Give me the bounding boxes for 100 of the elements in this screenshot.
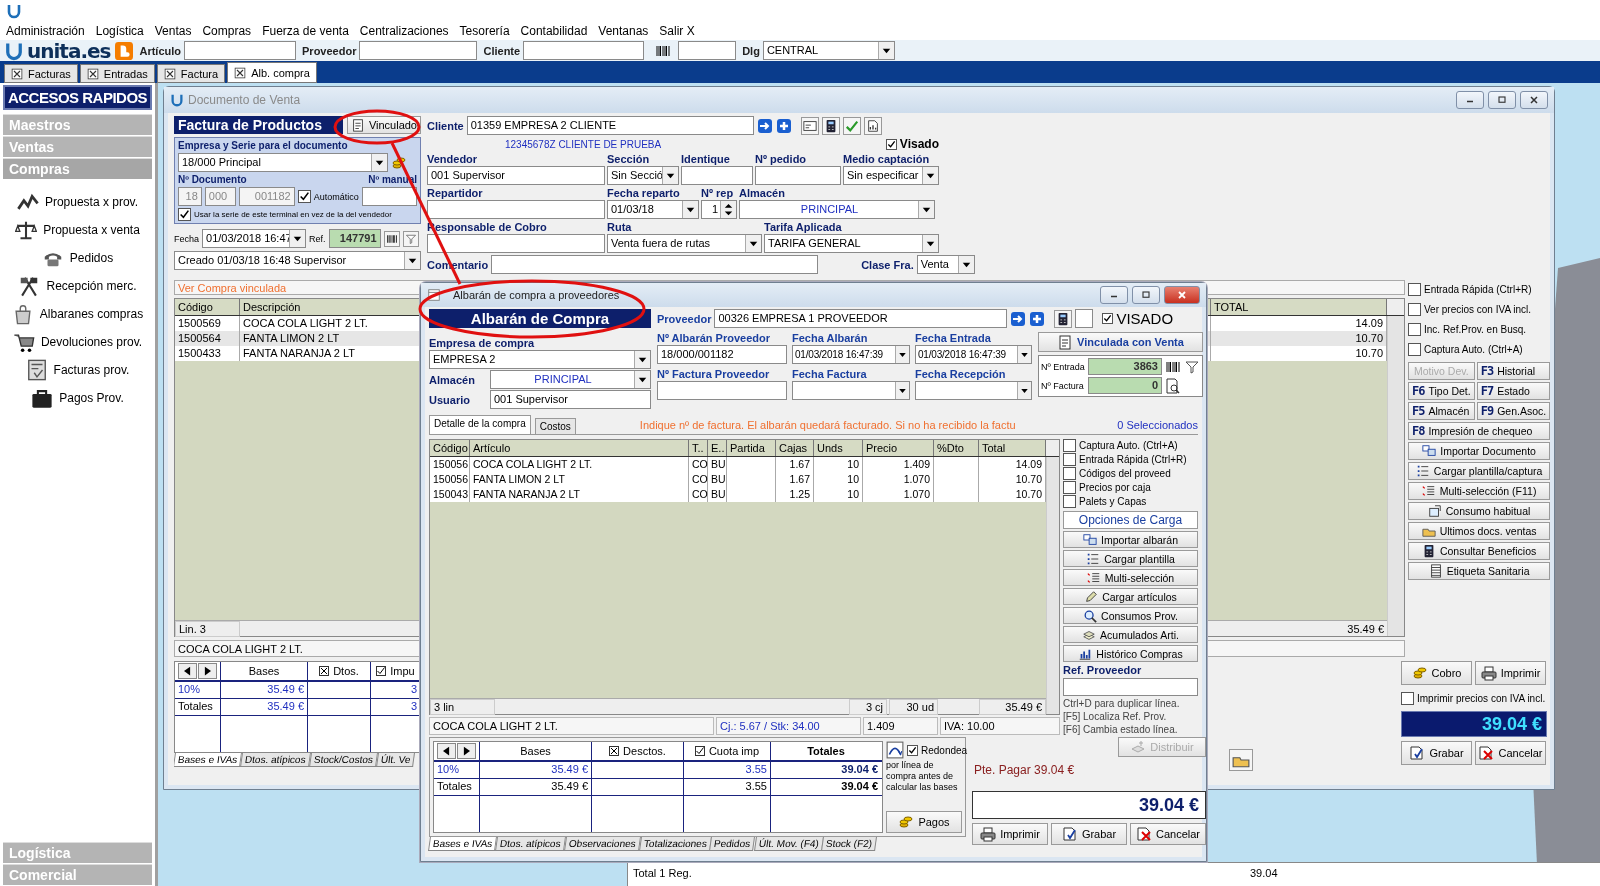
checkbox[interactable]	[1408, 282, 1421, 296]
dropdown-field[interactable]: Creado 01/03/18 16:48 Supervisor	[174, 251, 421, 270]
column-header[interactable]: E..	[708, 440, 727, 456]
tab[interactable]: Últ. Mov. (F4)	[753, 837, 824, 851]
dropdown-icon[interactable]	[918, 201, 934, 218]
document-tab[interactable]: Entradas	[79, 64, 155, 83]
sidebar-item[interactable]: Propuesta x venta	[15, 218, 140, 242]
dropdown-field[interactable]: 01/03/18	[607, 200, 699, 219]
dropdown-icon[interactable]	[289, 230, 305, 247]
date-field[interactable]: 01/03/2018 16:47:39	[915, 345, 1032, 364]
folder-icon[interactable]	[1229, 749, 1253, 771]
input-field[interactable]	[427, 200, 605, 219]
dropdown-icon[interactable]	[895, 382, 909, 399]
action-button[interactable]: Cargar plantilla/captura	[1408, 462, 1551, 480]
checkbox[interactable]	[1408, 302, 1421, 316]
load-button[interactable]: Histórico Compras	[1063, 645, 1198, 663]
dropdown-icon[interactable]	[634, 351, 650, 368]
checkbox[interactable]	[1102, 313, 1114, 324]
column-header[interactable]: Artículo	[470, 440, 689, 456]
column-header[interactable]: %Dto	[934, 440, 979, 456]
column-header[interactable]: Unds	[814, 440, 863, 456]
column-header[interactable]: T..	[689, 440, 708, 456]
print-button[interactable]: Imprimir	[972, 823, 1048, 845]
dropdown-icon[interactable]	[404, 252, 420, 269]
input-field[interactable]	[755, 166, 841, 185]
checkbox[interactable]	[1063, 452, 1076, 466]
tab[interactable]: Totalizaciones	[638, 837, 712, 851]
action-button[interactable]: Etiqueta Sanitaria	[1408, 562, 1551, 580]
menu-item[interactable]: Tesorería	[459, 24, 510, 38]
tab[interactable]: Dtos. atípicos	[495, 837, 566, 851]
rounding-icon[interactable]	[886, 741, 904, 759]
menu-item[interactable]: Centralizaciones	[359, 24, 449, 38]
input-field[interactable]: 01359 EMPRESA 2 CLIENTE	[466, 116, 754, 135]
dropdown-field[interactable]: EMPRESA 2	[429, 350, 651, 369]
sidebar-item[interactable]: Propuesta x prov.	[16, 190, 139, 214]
spinner-field[interactable]: 1	[701, 200, 737, 219]
input-field[interactable]	[359, 41, 478, 60]
input-field[interactable]	[184, 41, 297, 60]
document-tab[interactable]: Facturas	[4, 64, 78, 83]
dropdown-field[interactable]: Venta	[916, 255, 975, 274]
sidebar-item[interactable]: Devoluciones prov.	[12, 330, 143, 354]
dropdown-icon[interactable]	[682, 201, 698, 218]
input-field[interactable]: 00326 EMPRESA 1 PROVEEDOR	[714, 309, 1008, 328]
cancel-button[interactable]: Cancelar	[1130, 823, 1206, 845]
next-button[interactable]	[198, 663, 217, 679]
payments-button[interactable]: Pagos	[886, 811, 962, 833]
collect-button[interactable]: Cobro	[1401, 661, 1472, 685]
checkbox[interactable]	[1063, 438, 1076, 452]
linked-button[interactable]: Vinculado	[346, 116, 421, 134]
action-button[interactable]: Consumo habitual	[1408, 502, 1551, 520]
checkbox[interactable]	[1401, 691, 1414, 705]
column-header[interactable]: Partida	[727, 440, 776, 456]
date-field[interactable]	[792, 381, 910, 400]
save-button[interactable]: Grabar	[1051, 823, 1127, 845]
dropdown-field[interactable]: CENTRAL	[762, 41, 895, 60]
input-field[interactable]	[657, 381, 787, 400]
checkbox[interactable]	[609, 746, 620, 756]
function-button[interactable]: F8 Impresión de chequeo	[1408, 422, 1551, 440]
input-field[interactable]: 001 Supervisor	[427, 166, 605, 185]
column-header[interactable]: Código	[175, 299, 240, 315]
checkbox[interactable]	[319, 666, 330, 676]
tab[interactable]: Últ. Ve	[375, 753, 416, 767]
document-search-icon[interactable]	[1165, 377, 1181, 394]
checkbox[interactable]	[694, 746, 705, 756]
dropdown-icon[interactable]	[957, 256, 974, 273]
calculator-icon[interactable]	[821, 116, 840, 135]
checkbox[interactable]	[1408, 342, 1421, 356]
tab[interactable]: Stock/Costos	[308, 753, 378, 767]
close-button[interactable]	[1520, 91, 1548, 109]
dropdown-icon[interactable]	[922, 235, 938, 252]
filter-icon[interactable]	[1184, 358, 1200, 375]
dropdown-icon[interactable]	[922, 167, 938, 184]
function-button[interactable]: F5 Almacén	[1408, 402, 1475, 420]
scrollbar[interactable]	[1046, 457, 1059, 714]
load-button[interactable]: Multi-selección	[1063, 569, 1198, 587]
column-header[interactable]: Código	[430, 440, 470, 456]
tab[interactable]: Costos	[534, 418, 576, 434]
input-field[interactable]	[1063, 678, 1198, 696]
action-button[interactable]: Importar Documento	[1408, 442, 1551, 460]
document-tab[interactable]: Factura	[156, 64, 226, 83]
dropdown-field[interactable]: Sin especificar	[843, 166, 939, 185]
dropdown-icon[interactable]	[1017, 382, 1031, 399]
function-button[interactable]: F3 Historial	[1476, 362, 1551, 380]
close-icon[interactable]	[1528, 94, 1540, 106]
date-field[interactable]: 01/03/2018 16:47:39	[792, 345, 910, 364]
checkbox[interactable]	[1063, 480, 1076, 494]
card-icon[interactable]	[800, 116, 819, 135]
linked-sale-button[interactable]: Vinculada con Venta	[1038, 332, 1203, 352]
checkbox[interactable]	[1063, 466, 1076, 480]
action-button[interactable]: Consultar Beneficios	[1408, 542, 1551, 560]
menu-item[interactable]: Contabilidad	[520, 24, 588, 38]
close-icon[interactable]	[163, 67, 176, 80]
dropdown-icon[interactable]	[662, 167, 678, 184]
scrollbar[interactable]	[1387, 316, 1404, 636]
calculator-icon[interactable]	[1054, 309, 1073, 328]
dropdown-icon[interactable]	[877, 42, 894, 59]
checkbox[interactable]	[885, 138, 897, 150]
load-button[interactable]: Importar albarán	[1063, 531, 1198, 549]
save-button[interactable]: Grabar	[1401, 741, 1472, 765]
menu-item[interactable]: Administración	[6, 24, 85, 38]
